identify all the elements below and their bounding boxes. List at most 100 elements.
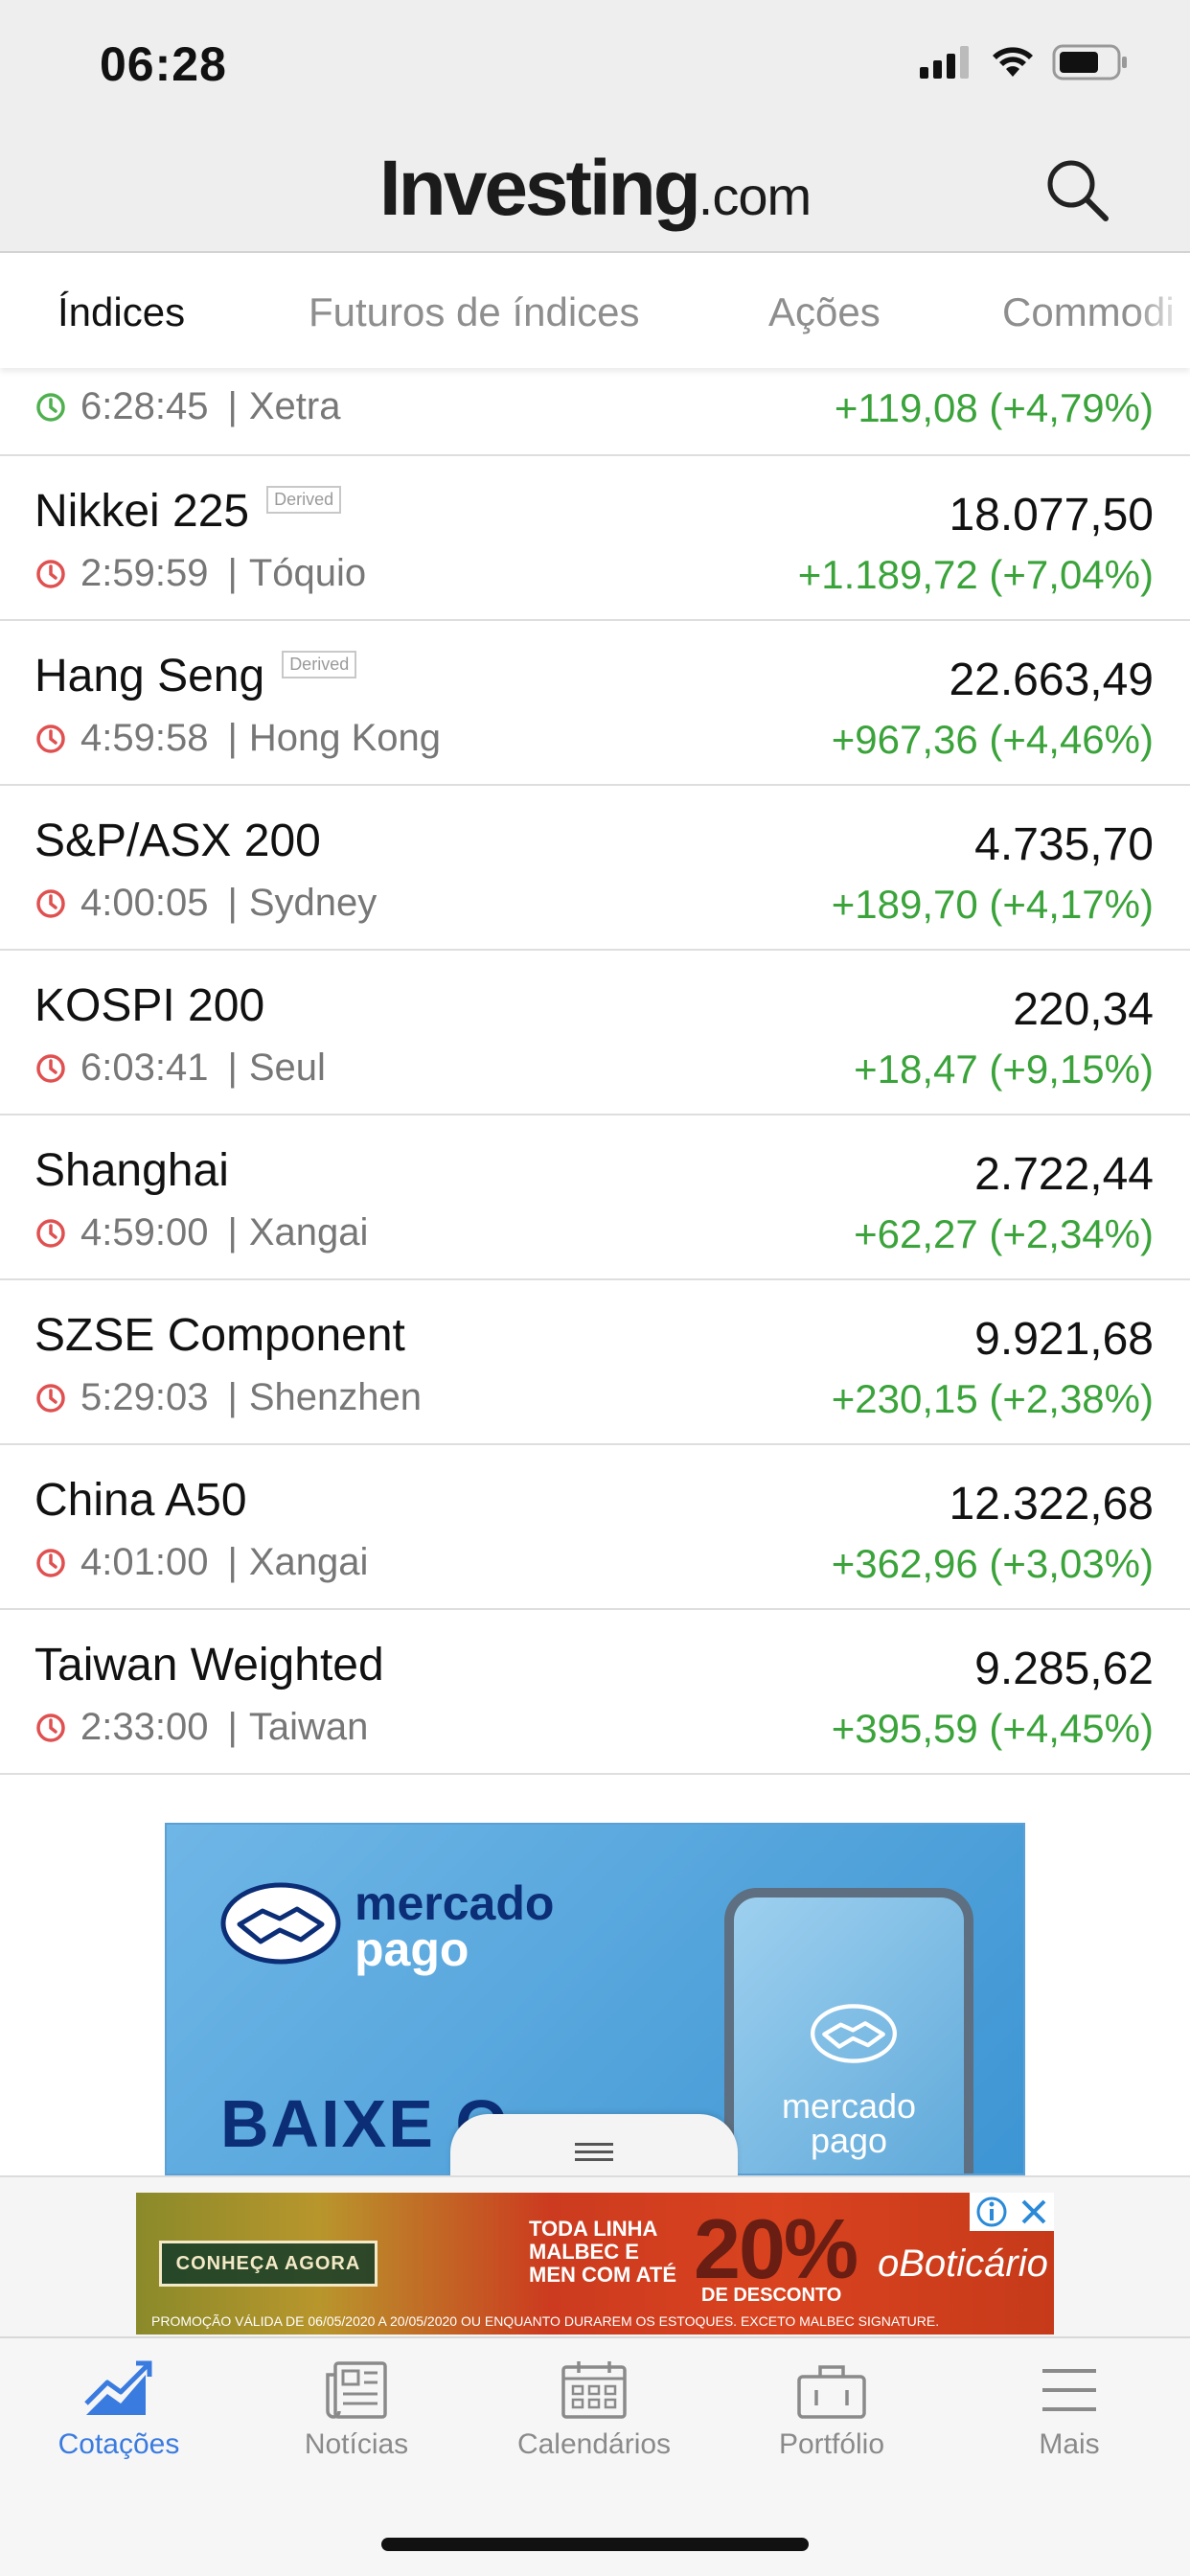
quote-change: +119,08 (+4,79%) [834,385,1154,430]
clock-icon [36,1218,65,1248]
chart-trend-icon [84,2360,152,2415]
phone-brand-bottom: pago [810,2121,888,2160]
quote-price: 18.077,50 [949,490,1154,540]
newspaper-icon [326,2361,387,2419]
ad-discount-percent: 20% [694,2201,858,2296]
quote-time: 4:00:05 [80,882,209,924]
quote-row-kospi-200[interactable]: KOSPI 200 220,34 6:03:41 | Seul +18,47 (+9… [0,951,1190,1116]
quote-meta: 4:59:00 | Xangai [34,1211,368,1254]
clock-icon [36,559,65,588]
app-logo: Investing.com [0,144,1190,234]
nav-label: Portfólio [778,2428,885,2460]
separator: | [227,717,238,759]
quote-price: 12.322,68 [949,1479,1154,1530]
quote-change: +362,96 (+3,03%) [831,1541,1154,1586]
quote-price: 4.735,70 [974,819,1154,870]
quote-change: +18,47 (+9,15%) [854,1046,1154,1092]
clock-icon [36,1548,65,1577]
briefcase-icon [797,2365,866,2419]
quote-time: 4:59:00 [80,1211,209,1254]
quote-meta: 4:59:58 | Hong Kong [34,717,441,760]
separator: | [227,1376,238,1418]
search-icon[interactable] [1044,157,1111,224]
tab-stocks[interactable]: Ações [768,289,881,335]
nav-quotes[interactable]: Cotações [0,2359,238,2461]
calendar-icon [561,2361,627,2419]
clock-icon [36,1053,65,1083]
derived-badge: Derived [266,486,342,514]
quote-name: Nikkei 225 [34,486,250,537]
ad-brand-name: oBoticário [878,2242,1048,2285]
handshake-logo-icon [220,1882,341,1965]
quote-time: 4:59:58 [80,717,209,759]
quote-time: 4:01:00 [80,1541,209,1583]
separator: | [227,882,238,924]
ad-brand-bottom: pago [355,1922,469,1976]
ad-brand-logo: mercado pago [355,1879,554,1976]
drag-handle-icon [575,2143,613,2166]
quote-meta: 2:33:00 | Taiwan [34,1706,368,1749]
quote-price: 220,34 [1013,984,1154,1035]
quote-exchange: Taiwan [248,1706,369,1748]
quote-time: 5:29:03 [80,1376,209,1418]
quote-row-hang-seng[interactable]: Hang Seng Derived 22.663,49 4:59:58 | Hong … [0,621,1190,786]
clock-icon [36,392,65,422]
quote-change: +967,36 (+4,46%) [831,717,1154,762]
quote-row-shanghai[interactable]: Shanghai 2.722,44 4:59:00 | Xangai +62,27 … [0,1116,1190,1280]
separator: | [227,1541,238,1583]
clock-icon [36,1383,65,1413]
tabs-fade [1133,255,1190,368]
quote-meta: 6:28:45 | Xetra [34,385,340,428]
ad-close-icon[interactable] [1018,2196,1049,2227]
signal-icon [920,46,969,79]
quote-name: China A50 [34,1475,247,1526]
quote-row-taiwan-weighted[interactable]: Taiwan Weighted 9.285,62 2:33:00 | Taiwan … [0,1610,1190,1775]
quote-name: SZSE Component [34,1310,405,1361]
battery-icon [1052,44,1127,80]
nav-label: Cotações [57,2428,180,2460]
quotes-list: 6:28:45 | Xetra +119,08 (+4,79%) Nikkei 22… [0,368,1190,1775]
nav-news[interactable]: Notícias [238,2359,475,2461]
drawer-handle[interactable] [450,2114,738,2177]
ad-area: mercado pago BAIXE O mercado pago [0,1779,1190,2177]
top-bar: 06:28 Investing.com [0,0,1190,253]
separator: | [227,385,238,427]
clock-icon [36,724,65,753]
nav-label: Notícias [304,2428,409,2460]
quote-row-china-a50[interactable]: China A50 12.322,68 4:01:00 | Xangai +362,… [0,1445,1190,1610]
quote-change: +395,59 (+4,45%) [831,1706,1154,1751]
separator: | [227,1046,238,1089]
quote-row-asx-200[interactable]: S&P/ASX 200 4.735,70 4:00:05 | Sydney +189… [0,786,1190,951]
quote-row-szse-component[interactable]: SZSE Component 9.921,68 5:29:03 | Shenzhen… [0,1280,1190,1445]
nav-more[interactable]: Mais [950,2359,1188,2461]
quote-name: Shanghai [34,1145,229,1196]
quote-exchange: Xetra [248,385,341,427]
quote-meta: 4:01:00 | Xangai [34,1541,368,1584]
ad-info-icon[interactable] [975,2196,1008,2228]
nav-portfolio[interactable]: Portfólio [713,2359,950,2461]
quote-exchange: Xangai [248,1541,369,1583]
quote-name: Hang Seng [34,651,265,702]
tab-indices[interactable]: Índices [57,289,185,335]
quote-time: 6:28:45 [80,385,209,427]
wifi-icon [993,47,1033,77]
quote-meta: 4:00:05 | Sydney [34,882,377,925]
separator: | [227,1706,238,1748]
quote-exchange: Seul [248,1046,326,1089]
quote-meta: 5:29:03 | Shenzhen [34,1376,422,1419]
ad-phone-image: mercado pago [724,1888,973,2174]
nav-calendars[interactable]: Calendários [475,2359,713,2461]
ad-discount-label: DE DESCONTO [701,2285,842,2306]
boticario-ad[interactable]: CONHEÇA AGORA TODA LINHA MALBEC E MEN CO… [136,2193,1054,2334]
quote-row-nikkei-225[interactable]: Nikkei 225 Derived 18.077,50 2:59:59 | Tóqu… [0,456,1190,621]
bottom-ad-area: CONHEÇA AGORA TODA LINHA MALBEC E MEN CO… [0,2175,1190,2336]
quote-name: S&P/ASX 200 [34,816,321,866]
quote-change: +230,15 (+2,38%) [831,1376,1154,1421]
quote-change: +1.189,72 (+7,04%) [797,552,1154,597]
tab-index-futures[interactable]: Futuros de índices [309,289,640,335]
home-indicator [381,2538,809,2551]
ad-cta-button[interactable]: CONHEÇA AGORA [159,2241,378,2287]
ad-promo-text: TODA LINHA MALBEC E MEN COM ATÉ [529,2217,676,2287]
quote-row-dax[interactable]: 6:28:45 | Xetra +119,08 (+4,79%) [0,368,1190,456]
quote-name-wrap: Hang Seng Derived [34,650,357,702]
